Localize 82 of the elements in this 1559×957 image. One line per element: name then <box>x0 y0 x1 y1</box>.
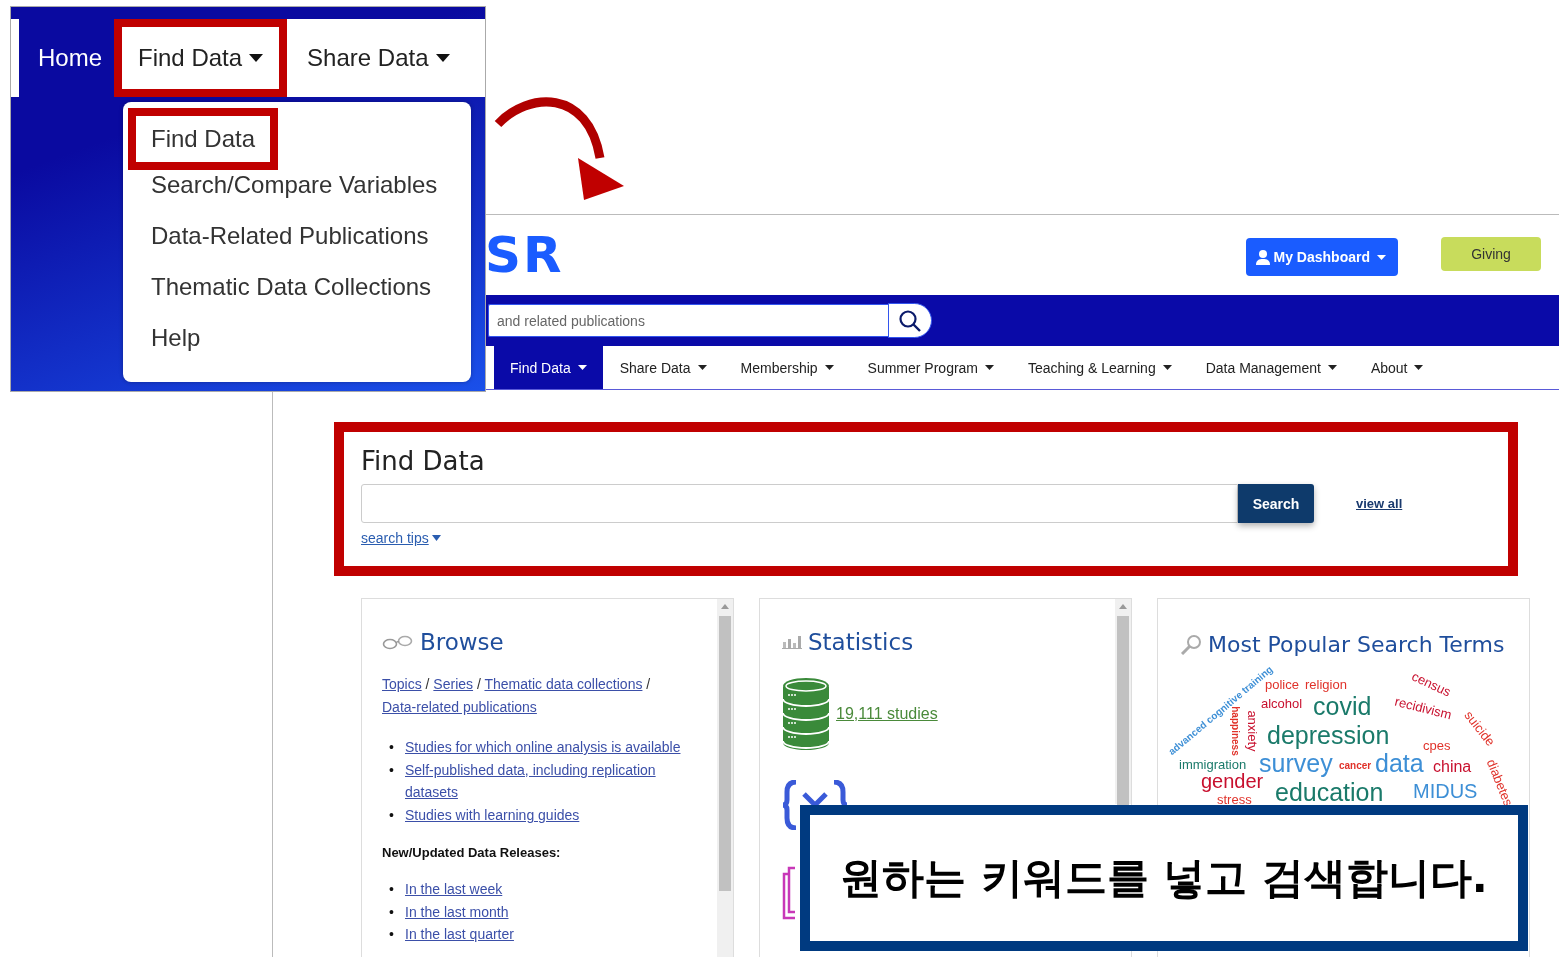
separator-text: / <box>425 676 430 692</box>
user-icon <box>1255 249 1270 265</box>
nav-tab[interactable]: Share Data <box>287 19 470 97</box>
search-term[interactable]: china <box>1433 758 1472 775</box>
documents-icon <box>782 866 795 920</box>
bullet-text: • <box>389 925 395 944</box>
scroll-up-arrow-icon[interactable] <box>1119 604 1127 609</box>
caret-icon <box>824 365 834 370</box>
search-term[interactable]: anxiety <box>1244 710 1260 752</box>
nav-tab[interactable]: Data Management <box>1188 346 1354 389</box>
nav-tab[interactable]: About <box>1353 346 1441 389</box>
caret-icon <box>1377 254 1386 260</box>
giving-button[interactable]: Giving <box>1441 237 1541 271</box>
list-link[interactable]: Studies with learning guides <box>405 803 580 826</box>
search-term[interactable]: cancer <box>1339 760 1372 771</box>
menu-item[interactable]: Thematic Data Collections <box>128 261 432 312</box>
view-all-link[interactable]: view all <box>1356 496 1403 511</box>
caret-icon <box>249 54 264 62</box>
separator-text: / <box>476 676 481 692</box>
caret-icon <box>435 54 450 62</box>
scrollbar[interactable] <box>717 599 733 957</box>
nav-tab[interactable]: Home <box>19 19 115 97</box>
caret-icon <box>1414 365 1424 370</box>
browse-link[interactable]: Data-related publications <box>382 698 537 715</box>
card-heading: Browse <box>420 629 504 655</box>
magnifier-icon <box>1180 634 1202 655</box>
caret-icon <box>985 365 995 370</box>
nav-tab[interactable]: Membership <box>723 346 851 389</box>
search-term[interactable]: immigration <box>1179 757 1247 772</box>
search-term[interactable]: covid <box>1313 692 1372 720</box>
list-link[interactable]: In the last month <box>405 900 509 923</box>
menu-item[interactable]: Data-Related Publications <box>128 210 429 261</box>
bullet-text: • <box>389 760 395 780</box>
bullet-text: • <box>389 805 395 825</box>
card-heading: Most Popular Search Terms <box>1208 632 1505 657</box>
browse-link[interactable]: Topics <box>382 676 422 692</box>
caret-icon <box>1162 365 1172 370</box>
scroll-up-arrow-icon[interactable] <box>721 604 729 609</box>
callout-text: 원하는 키워드를 넣고 검색합니다. <box>840 852 1488 904</box>
list-link[interactable]: Self-published data, including replication datasets <box>405 758 693 804</box>
card-heading: Statistics <box>808 629 914 655</box>
menu-item[interactable]: Help <box>128 312 201 363</box>
search-field[interactable]: and related publications <box>488 304 888 337</box>
caret-icon <box>431 535 441 541</box>
caret-icon <box>697 365 707 370</box>
search-term[interactable]: depression <box>1267 721 1390 749</box>
search-term[interactable]: cpes <box>1423 738 1451 753</box>
list-link[interactable]: Studies for which online analysis is available <box>405 736 681 759</box>
dashboard-button[interactable]: My Dashboard <box>1245 238 1398 276</box>
search-term[interactable]: alcohol <box>1261 696 1303 711</box>
find-data-field[interactable] <box>361 484 1238 523</box>
glasses-icon <box>382 634 414 650</box>
nav-tab[interactable]: Share Data <box>602 346 724 389</box>
studies-link[interactable]: 19,111 studies <box>836 704 938 723</box>
caret-icon <box>577 365 587 370</box>
section-heading: Find Data <box>361 446 486 476</box>
nav-tab[interactable]: Find Data <box>494 346 603 389</box>
caret-icon <box>1327 365 1337 370</box>
browse-link[interactable]: Thematic data collections <box>484 676 643 692</box>
nav-tab[interactable]: Summer Program <box>850 346 1012 389</box>
list-link[interactable]: In the last week <box>405 878 503 901</box>
search-term[interactable]: stress <box>1217 792 1252 807</box>
menu-item[interactable]: Find Data <box>128 108 279 170</box>
search-button[interactable] <box>888 303 932 338</box>
list-link[interactable]: In the last quarter <box>405 923 514 946</box>
search-term[interactable]: census <box>1409 668 1454 700</box>
bullet-text: • <box>389 738 395 757</box>
nav-tab[interactable]: Find Data <box>114 19 288 97</box>
bar-chart-icon <box>782 635 802 649</box>
search-icon <box>898 308 922 333</box>
bullet-text: • <box>389 880 395 899</box>
logo-text: SR <box>485 226 564 284</box>
database-icon <box>782 677 830 750</box>
bullet-text: • <box>389 902 395 922</box>
search-tips-link[interactable]: search tips <box>361 530 441 546</box>
nav-tab[interactable]: Teaching & Learning <box>1011 346 1189 389</box>
search-term[interactable]: religion <box>1305 677 1347 692</box>
separator-text: / <box>646 676 651 692</box>
search-button[interactable]: Search <box>1238 484 1314 523</box>
search-term[interactable]: education <box>1275 778 1384 806</box>
browse-link[interactable]: Series <box>433 676 474 692</box>
releases-heading: New/Updated Data Releases: <box>382 845 562 860</box>
